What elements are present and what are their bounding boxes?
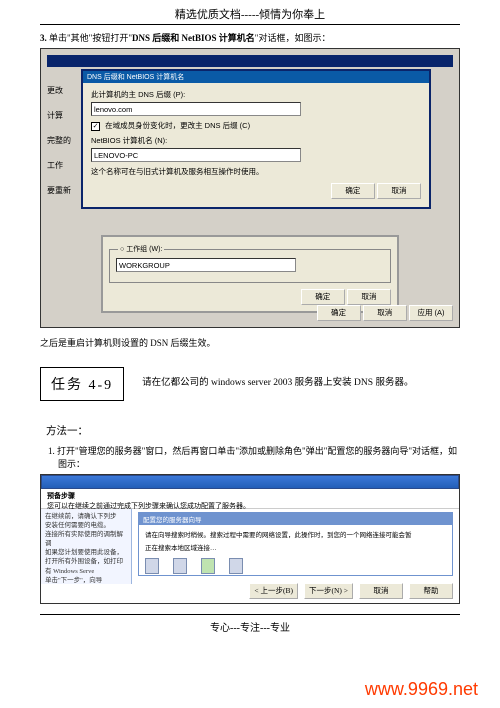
page-footer: 专心---专注---专业	[40, 614, 460, 634]
netbios-label: NetBIOS 计算机名 (N):	[91, 135, 421, 146]
outer-titlebar	[47, 55, 453, 67]
screenshot-dns-dialog: 更改 计算 完整的 工作 要重新 DNS 后缀和 NetBIOS 计算机名 此计…	[40, 48, 460, 328]
dns-dialog-title: DNS 后缀和 NetBIOS 计算机名	[83, 71, 429, 83]
change-suffix-checkbox[interactable]: ✓	[91, 122, 100, 131]
method1-heading: 方法一：	[46, 423, 460, 438]
primary-suffix-label: 此计算机的主 DNS 后缀 (P):	[91, 89, 421, 100]
wizard-sub-body2: 正在搜索本地区域连接…	[145, 542, 446, 552]
wizard-header-title: 预备步骤	[47, 492, 75, 500]
task-description: 请在亿都公司的 windows server 2003 服务器上安装 DNS 服…	[142, 377, 413, 391]
workgroup-input[interactable]	[116, 258, 296, 272]
wizard-left-pane: 在继续前，请确认下列步 安装任何需要的电缆。 连接所有实际使用的调制解调 如果您…	[41, 509, 131, 584]
cancel-button[interactable]: 取消	[347, 289, 391, 305]
primary-suffix-input[interactable]	[91, 102, 301, 116]
server-icon	[229, 558, 243, 574]
apply-button[interactable]: 应用 (A)	[409, 305, 453, 321]
after-shot1-text: 之后是重启计算机则设置的 DSN 后缀生效。	[40, 336, 460, 349]
netbios-note: 这个名称可在与旧式计算机及服务相互操作时使用。	[91, 166, 421, 177]
next-button[interactable]: 下一步(N) >	[304, 583, 353, 599]
workgroup-dialog: ○ 工作组 (W): 确定 取消	[101, 235, 399, 313]
workgroup-radio-label[interactable]: ○ 工作组 (W):	[118, 244, 164, 254]
wizard-sub-body1: 请在向导搜索时稍候。搜索过程中需要的网络设置，此操作时，到您的一个网络连接可能会…	[145, 529, 446, 539]
cancel-button[interactable]: 取消	[377, 183, 421, 199]
ok-button[interactable]: 确定	[331, 183, 375, 199]
outer-button-row: 确定 取消 应用 (A)	[47, 305, 453, 321]
ok-button[interactable]: 确定	[317, 305, 361, 321]
ok-button[interactable]: 确定	[301, 289, 345, 305]
method1-step1: 1. 打开"管理您的服务器"窗口，然后再窗口单击"添加或删除角色"弹出"配置您的…	[58, 444, 460, 470]
task-number-box: 任务 4-9	[40, 367, 124, 401]
server-icon	[145, 558, 159, 574]
help-button[interactable]: 帮助	[409, 583, 453, 599]
server-icon	[201, 558, 215, 574]
cancel-button[interactable]: 取消	[363, 305, 407, 321]
screenshot-wizard: 预备步骤 您可以在继续之前通过完成下列步骤来确认您成功配置了服务器。 在继续前，…	[40, 474, 460, 604]
netbios-input[interactable]	[91, 148, 301, 162]
outer-left-labels: 更改 计算 完整的 工作 要重新	[47, 85, 71, 196]
change-suffix-label: 在域成员身份变化时，更改主 DNS 后缀 (C)	[105, 121, 250, 130]
wizard-sub-dialog: 配置您的服务器向导 请在向导搜索时稍候。搜索过程中需要的网络设置，此操作时，到您…	[138, 512, 453, 576]
back-button[interactable]: < 上一步(B)	[249, 583, 298, 599]
page-header: 精选优质文档-----倾情为你奉上	[40, 0, 460, 25]
wizard-sub-title: 配置您的服务器向导	[139, 513, 452, 525]
step3-text: 3. 单击"其他"按钮打开"DNS 后缀和 NetBIOS 计算机名"对话框，如…	[40, 31, 460, 44]
server-icon	[173, 558, 187, 574]
wizard-titlebar	[41, 475, 459, 489]
cancel-button[interactable]: 取消	[359, 583, 403, 599]
watermark: www.9969.net	[365, 679, 478, 700]
dns-netbios-dialog: DNS 后缀和 NetBIOS 计算机名 此计算机的主 DNS 后缀 (P): …	[81, 69, 431, 209]
